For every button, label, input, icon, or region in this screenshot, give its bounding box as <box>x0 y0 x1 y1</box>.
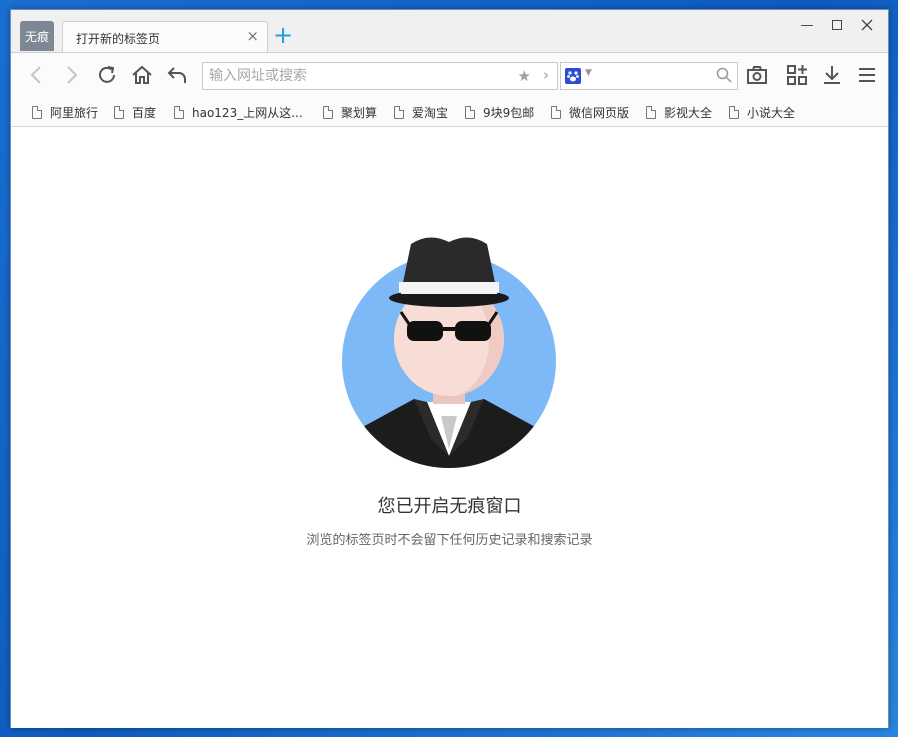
search-icon[interactable] <box>716 67 732 87</box>
incognito-avatar <box>342 237 556 468</box>
menu-icon <box>859 68 875 82</box>
camera-icon <box>747 66 767 84</box>
bookmark-item[interactable]: 聚划算 <box>323 104 377 121</box>
minimize-button[interactable]: — <box>792 14 822 36</box>
baidu-paw-icon[interactable] <box>565 68 581 84</box>
chevron-right-icon <box>67 66 78 84</box>
close-icon <box>861 19 873 31</box>
page-icon <box>114 106 124 119</box>
page-icon <box>551 106 561 119</box>
forward-button[interactable] <box>59 63 83 87</box>
bookmark-item[interactable]: 百度 <box>114 104 156 121</box>
bookmark-item[interactable]: hao123_上网从这... <box>174 104 303 121</box>
chevron-right-icon[interactable]: › <box>543 66 549 84</box>
bookmark-item[interactable]: 9块9包邮 <box>465 104 534 121</box>
bookmark-item[interactable]: 阿里旅行 <box>32 104 98 121</box>
download-icon <box>824 66 840 84</box>
chevron-left-icon <box>30 66 41 84</box>
tab-close-icon[interactable]: × <box>246 27 259 45</box>
incognito-badge: 无痕 <box>20 21 54 51</box>
tab-title: 打开新的标签页 <box>76 32 161 46</box>
undo-icon <box>167 67 186 83</box>
home-icon <box>132 65 152 84</box>
star-icon[interactable]: ★ <box>518 67 531 85</box>
bookmarks-bar: 阿里旅行 百度 hao123_上网从这... 聚划算 爱淘宝 9块9包邮 微信网… <box>11 97 888 127</box>
back-button[interactable] <box>25 63 49 87</box>
toolbar: ★ › ▼ <box>11 52 888 97</box>
new-tab-page: 您已开启无痕窗口 浏览的标签页时不会留下任何历史记录和搜索记录 <box>11 128 888 728</box>
browser-window: 无痕 打开新的标签页 × + — ★ › <box>10 9 889 728</box>
menu-button[interactable] <box>855 63 879 87</box>
page-icon <box>465 106 475 119</box>
maximize-icon <box>832 20 842 30</box>
bookmark-item[interactable]: 爱淘宝 <box>394 104 448 121</box>
bookmark-item[interactable]: 影视大全 <box>646 104 712 121</box>
address-bar[interactable]: ★ › <box>202 62 558 90</box>
close-window-button[interactable] <box>852 14 882 36</box>
chevron-down-icon[interactable]: ▼ <box>585 68 592 78</box>
page-icon <box>32 106 42 119</box>
tab-new-tab[interactable]: 打开新的标签页 × <box>62 21 268 53</box>
minimize-icon: — <box>800 17 814 33</box>
incognito-headline: 您已开启无痕窗口 <box>377 496 522 517</box>
apps-button[interactable] <box>785 63 809 87</box>
undo-close-tab-button[interactable] <box>165 63 189 87</box>
page-icon <box>323 106 333 119</box>
title-bar: 无痕 打开新的标签页 × + — <box>11 10 888 53</box>
page-icon <box>394 106 404 119</box>
page-icon <box>646 106 656 119</box>
screenshot-button[interactable] <box>745 63 769 87</box>
search-box[interactable]: ▼ <box>560 62 738 90</box>
download-button[interactable] <box>820 63 844 87</box>
new-tab-button[interactable]: + <box>273 22 293 48</box>
home-button[interactable] <box>130 63 154 87</box>
bookmark-item[interactable]: 微信网页版 <box>551 104 629 121</box>
address-input[interactable] <box>203 63 503 89</box>
incognito-description: 浏览的标签页时不会留下任何历史记录和搜索记录 <box>306 533 593 548</box>
maximize-button[interactable] <box>822 14 852 36</box>
bookmark-item[interactable]: 小说大全 <box>729 104 795 121</box>
apps-icon <box>787 65 807 85</box>
reload-button[interactable] <box>95 63 119 87</box>
reload-icon <box>99 66 115 83</box>
page-icon <box>729 106 739 119</box>
page-icon <box>174 106 184 119</box>
